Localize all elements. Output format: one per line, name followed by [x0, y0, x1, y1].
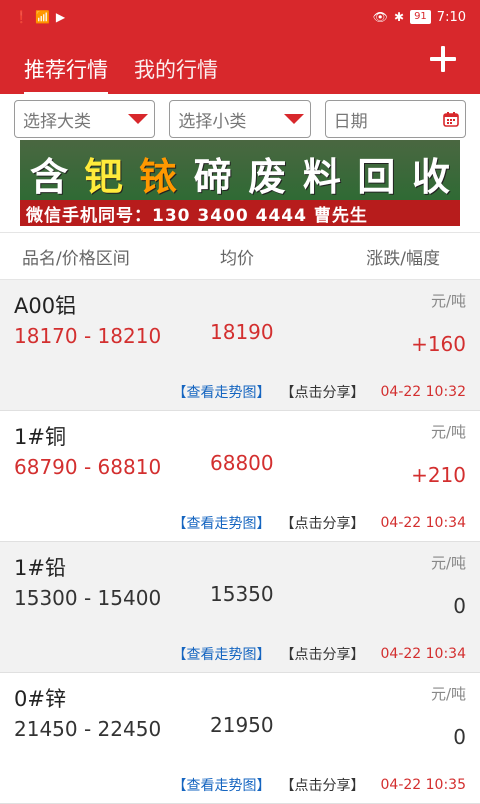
- banner-headline: 含 钯 铱 碲 废 料 回 收: [30, 146, 452, 201]
- item-footer: 【查看走势图】 【点击分享】 04-22 10:32: [173, 382, 466, 402]
- status-bar: ❗ 📶 ▶ 👁 ✱ 91 7:10: [0, 0, 480, 34]
- item-footer: 【查看走势图】 【点击分享】 04-22 10:35: [173, 775, 466, 795]
- view-chart-link[interactable]: 【查看走势图】: [173, 775, 271, 795]
- view-chart-link[interactable]: 【查看走势图】: [173, 382, 271, 402]
- add-button[interactable]: [428, 44, 458, 74]
- item-avg: 68800: [210, 451, 274, 475]
- item-avg: 18190: [210, 320, 274, 344]
- list-item[interactable]: A00铝 元/吨 18170 - 18210 18190 +160 【查看走势图…: [0, 280, 480, 411]
- status-right: 👁 ✱ 91 7:10: [373, 10, 466, 25]
- item-name: 0#锌: [14, 687, 66, 711]
- banner-char: 铱: [139, 155, 180, 199]
- item-name: A00铝: [14, 294, 77, 318]
- item-range: 18170 - 18210: [14, 324, 162, 348]
- filter-bar: 选择大类 选择小类 日期: [0, 94, 480, 140]
- share-link[interactable]: 【点击分享】: [281, 513, 365, 533]
- header: 推荐行情 我的行情: [0, 34, 480, 94]
- item-range: 68790 - 68810: [14, 455, 162, 479]
- dropdown-arrow-icon: [283, 114, 304, 124]
- item-time: 04-22 10:34: [380, 646, 466, 662]
- list-item[interactable]: 1#铜 元/吨 68790 - 68810 68800 +210 【查看走势图】…: [0, 411, 480, 542]
- view-chart-link[interactable]: 【查看走势图】: [173, 644, 271, 664]
- item-unit: 元/吨: [430, 423, 466, 441]
- banner-char: 料: [302, 155, 343, 199]
- calendar-icon: [443, 112, 459, 127]
- category-select[interactable]: 选择大类: [14, 100, 156, 138]
- list-item[interactable]: 1#铅 元/吨 15300 - 15400 15350 0 【查看走势图】 【点…: [0, 542, 480, 673]
- item-time: 04-22 10:34: [380, 515, 466, 531]
- ad-banner[interactable]: 含 钯 铱 碲 废 料 回 收 微信手机同号：130 3400 4444 曹先生: [20, 140, 460, 226]
- view-chart-link[interactable]: 【查看走势图】: [173, 513, 271, 533]
- status-time: 7:10: [436, 9, 466, 25]
- item-change: 0: [453, 594, 466, 618]
- banner-char: 碲: [193, 155, 234, 199]
- banner-contact: 微信手机同号：130 3400 4444 曹先生: [20, 200, 460, 226]
- item-range: 21450 - 22450: [14, 717, 162, 741]
- wifi-icon: 📶: [34, 10, 50, 24]
- list-item[interactable]: 0#锌 元/吨 21450 - 22450 21950 0 【查看走势图】 【点…: [0, 673, 480, 804]
- column-avg: 均价: [220, 248, 254, 269]
- item-unit: 元/吨: [430, 292, 466, 310]
- item-unit: 元/吨: [430, 554, 466, 572]
- item-footer: 【查看走势图】 【点击分享】 04-22 10:34: [173, 644, 466, 664]
- share-link[interactable]: 【点击分享】: [281, 644, 365, 664]
- item-change: +210: [411, 463, 466, 487]
- item-footer: 【查看走势图】 【点击分享】 04-22 10:34: [173, 513, 466, 533]
- column-name: 品名/价格区间: [22, 248, 130, 269]
- subcategory-select-label: 选择小类: [178, 111, 247, 132]
- date-select[interactable]: 日期: [324, 100, 466, 138]
- column-header: 品名/价格区间 均价 涨跌/幅度: [0, 232, 480, 280]
- item-name: 1#铅: [14, 556, 66, 580]
- tab-my-quotes[interactable]: 我的行情: [134, 54, 218, 94]
- item-time: 04-22 10:32: [380, 384, 466, 400]
- share-link[interactable]: 【点击分享】: [281, 382, 365, 402]
- item-change: +160: [411, 332, 466, 356]
- date-select-label: 日期: [333, 111, 368, 132]
- category-select-label: 选择大类: [23, 111, 91, 132]
- subcategory-select[interactable]: 选择小类: [169, 100, 311, 138]
- column-change: 涨跌/幅度: [366, 248, 440, 269]
- item-time: 04-22 10:35: [380, 777, 466, 793]
- battery-icon: 91: [410, 10, 431, 24]
- banner-char: 收: [411, 155, 452, 199]
- bluetooth-icon: ✱: [394, 10, 405, 24]
- status-left: ❗ 📶 ▶: [14, 11, 65, 23]
- tab-recommended[interactable]: 推荐行情: [24, 54, 108, 94]
- app-notification-icon: ▶: [55, 10, 66, 24]
- banner-char: 钯: [84, 155, 125, 199]
- item-range: 15300 - 15400: [14, 586, 162, 610]
- banner-char: 废: [248, 155, 289, 199]
- dropdown-arrow-icon: [128, 114, 149, 124]
- banner-char: 含: [30, 155, 71, 199]
- item-change: 0: [453, 725, 466, 749]
- alert-icon: ❗: [14, 10, 29, 24]
- banner-char: 回: [357, 155, 398, 199]
- item-avg: 15350: [210, 582, 274, 606]
- item-avg: 21950: [210, 713, 274, 737]
- item-name: 1#铜: [14, 425, 66, 449]
- eye-icon: 👁: [372, 10, 388, 24]
- item-unit: 元/吨: [430, 685, 466, 703]
- share-link[interactable]: 【点击分享】: [281, 775, 365, 795]
